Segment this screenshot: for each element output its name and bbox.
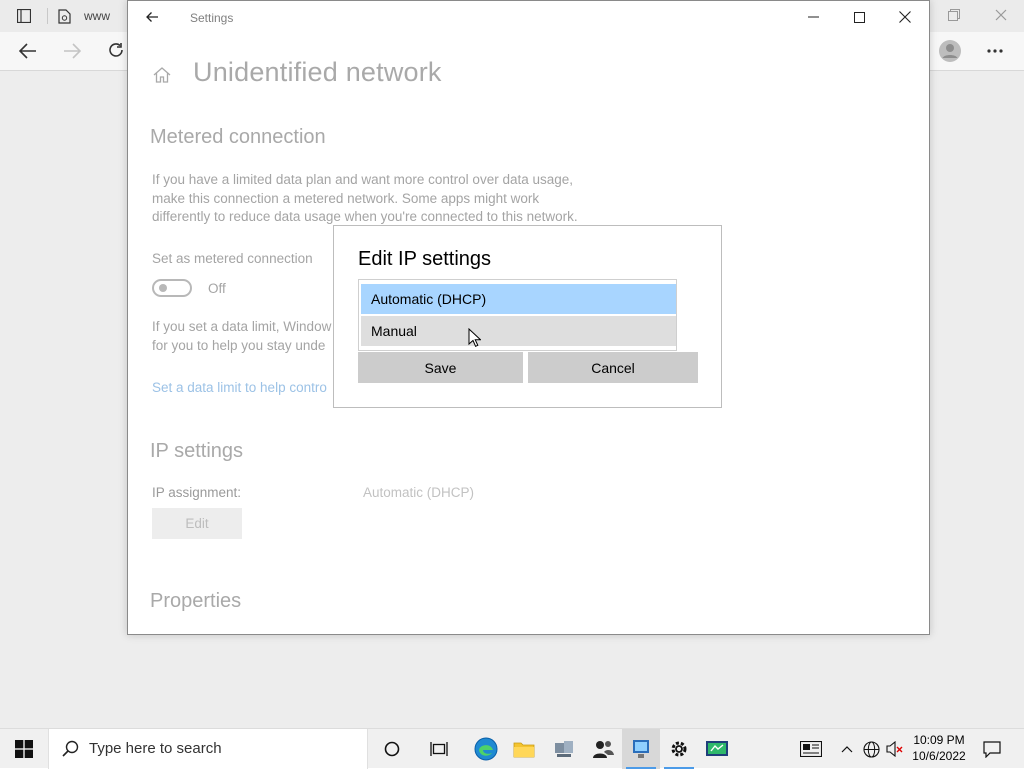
profile-icon[interactable] xyxy=(939,40,961,62)
data-limit-link[interactable]: Set a data limit to help contro xyxy=(152,380,327,395)
dialog-title: Edit IP settings xyxy=(358,248,492,270)
news-icon[interactable] xyxy=(796,729,826,769)
data-limit-line-2: for you to help you stay unde xyxy=(152,337,326,353)
page-icon xyxy=(58,9,71,24)
data-limit-line-1: If you set a data limit, Window xyxy=(152,319,332,334)
metered-toggle[interactable] xyxy=(152,279,192,297)
chevron-up-icon[interactable] xyxy=(838,729,856,769)
metered-heading: Metered connection xyxy=(150,126,326,148)
search-placeholder: Type here to search xyxy=(89,740,222,757)
network-globe-icon[interactable] xyxy=(860,729,882,769)
metered-description-line-3: differently to reduce data usage when yo… xyxy=(152,209,578,224)
option-manual[interactable]: Manual xyxy=(361,316,676,346)
ip-settings-heading: IP settings xyxy=(150,440,244,462)
minimize-button[interactable] xyxy=(790,1,836,33)
more-icon[interactable] xyxy=(987,49,1003,53)
control-panel-icon[interactable] xyxy=(622,729,660,769)
clock-date: 10/6/2022 xyxy=(912,749,966,763)
ip-assignment-value: Automatic (DHCP) xyxy=(363,485,475,500)
forward-icon[interactable] xyxy=(63,43,81,59)
metered-description-line-1: If you have a limited data plan and want… xyxy=(152,172,574,187)
tab-actions-icon[interactable] xyxy=(17,9,31,23)
close-icon[interactable] xyxy=(995,9,1007,21)
file-explorer-icon[interactable] xyxy=(505,729,543,769)
notifications-icon[interactable] xyxy=(978,729,1006,769)
settings-back-icon[interactable] xyxy=(145,11,159,23)
edge-browser-icon[interactable] xyxy=(467,729,505,769)
window-title: Settings xyxy=(190,11,234,25)
mouse-cursor-icon xyxy=(468,328,481,348)
edit-ip-button[interactable]: Edit xyxy=(152,508,242,539)
toggle-state-text: Off xyxy=(208,281,226,296)
ip-assignment-label: IP assignment: xyxy=(152,485,242,500)
save-button[interactable]: Save xyxy=(358,352,523,383)
taskbar: Type here to search 10:09 PM 10/6/2022 xyxy=(0,728,1024,769)
task-view-icon[interactable] xyxy=(420,729,458,769)
tab-divider xyxy=(47,8,48,24)
ip-mode-dropdown-list[interactable]: Automatic (DHCP) Manual xyxy=(358,279,677,351)
settings-gear-icon[interactable] xyxy=(660,729,698,769)
clock-time: 10:09 PM xyxy=(913,733,965,747)
browser-tab-title[interactable]: www xyxy=(84,9,110,23)
home-icon[interactable] xyxy=(153,67,171,83)
users-icon[interactable] xyxy=(584,729,622,769)
option-automatic-dhcp[interactable]: Automatic (DHCP) xyxy=(361,284,676,314)
cancel-button[interactable]: Cancel xyxy=(528,352,698,383)
back-icon[interactable] xyxy=(19,43,37,59)
search-icon xyxy=(62,740,79,757)
edit-ip-dialog: Edit IP settings Automatic (DHCP) Manual… xyxy=(333,225,722,408)
metered-toggle-label: Set as metered connection xyxy=(152,251,313,266)
maximize-button[interactable] xyxy=(836,1,882,33)
restore-icon[interactable] xyxy=(948,9,960,21)
metered-description-line-2: make this connection a metered network. … xyxy=(152,190,540,206)
refresh-icon[interactable] xyxy=(108,42,124,58)
network-app-icon[interactable] xyxy=(545,729,583,769)
taskbar-search-box[interactable]: Type here to search xyxy=(48,729,368,769)
cortana-icon[interactable] xyxy=(373,729,411,769)
clock[interactable]: 10:09 PM 10/6/2022 xyxy=(906,732,972,764)
toggle-knob xyxy=(159,284,167,292)
close-window-button[interactable] xyxy=(882,1,928,33)
start-button[interactable] xyxy=(5,729,43,769)
page-title: Unidentified network xyxy=(193,57,442,87)
volume-muted-icon[interactable] xyxy=(884,729,906,769)
remote-desktop-icon[interactable] xyxy=(698,729,736,769)
properties-heading: Properties xyxy=(150,590,242,612)
